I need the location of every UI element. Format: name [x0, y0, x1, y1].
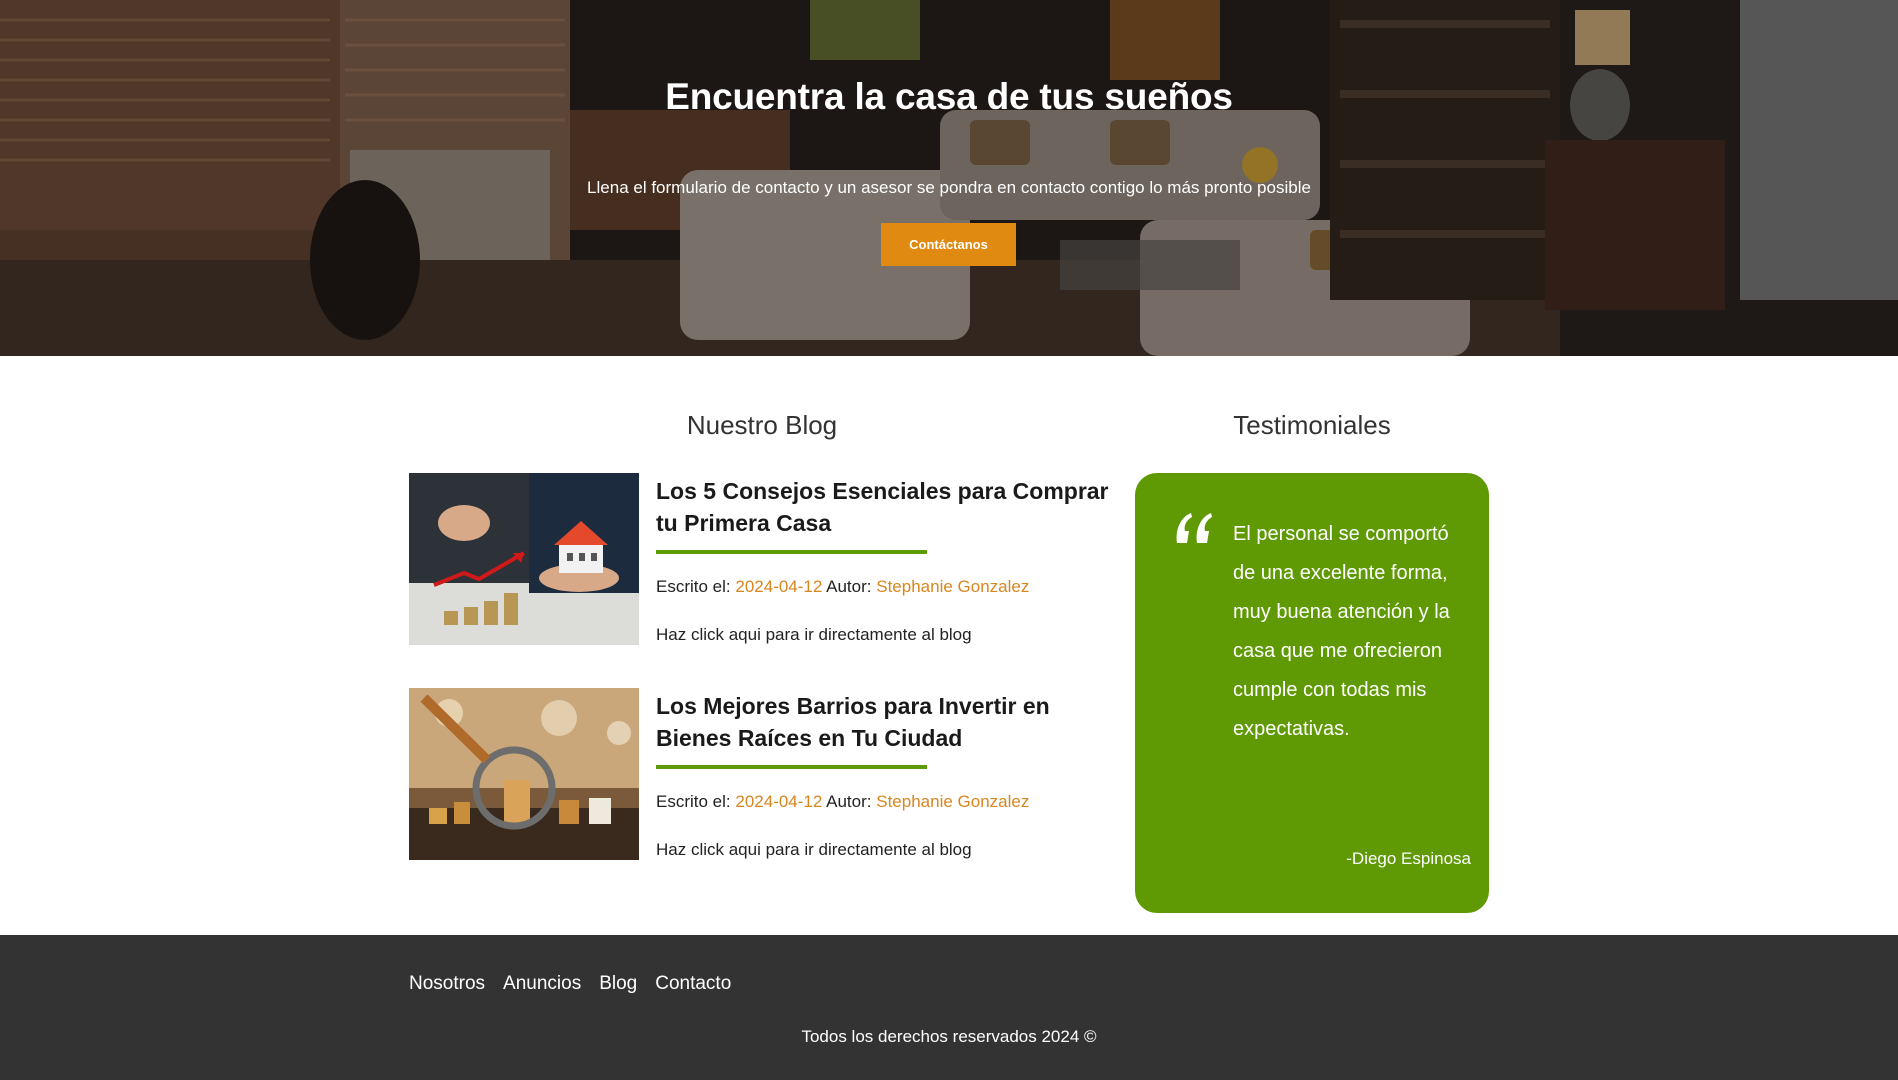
- author-label: Autor:: [826, 792, 872, 811]
- title-underline: [656, 550, 927, 554]
- post-date: 2024-04-12: [735, 577, 823, 596]
- post-body: Los 5 Consejos Esenciales para Comprar t…: [656, 473, 1116, 645]
- post-thumbnail-house-coins[interactable]: [409, 473, 639, 645]
- post-thumbnail-magnifier-houses[interactable]: [409, 688, 639, 860]
- blog-post[interactable]: Los 5 Consejos Esenciales para Comprar t…: [409, 473, 1115, 648]
- footer-link-contacto[interactable]: Contacto: [655, 973, 731, 995]
- testimonials-section-title: Testimoniales: [1233, 410, 1391, 440]
- hero-subtitle: Llena el formulario de contacto y un ase…: [587, 178, 1311, 197]
- testimonial-card: El personal se comportó de una excelente…: [1135, 473, 1489, 913]
- post-title[interactable]: Los Mejores Barrios para Invertir en Bie…: [656, 690, 1116, 754]
- post-read-link[interactable]: Haz click aqui para ir directamente al b…: [656, 625, 1116, 645]
- title-underline: [656, 765, 927, 769]
- footer-link-anuncios[interactable]: Anuncios: [503, 973, 581, 995]
- written-label: Escrito el:: [656, 792, 731, 811]
- post-meta: Escrito el: 2024-04-12 Autor: Stephanie …: [656, 792, 1116, 812]
- post-meta: Escrito el: 2024-04-12 Autor: Stephanie …: [656, 577, 1116, 597]
- author-label: Autor:: [826, 577, 872, 596]
- contact-button[interactable]: Contáctanos: [881, 223, 1016, 266]
- blog-post[interactable]: Los Mejores Barrios para Invertir en Bie…: [409, 688, 1115, 863]
- site-footer: Nosotros Anuncios Blog Contacto Todos lo…: [0, 935, 1898, 1080]
- post-read-link[interactable]: Haz click aqui para ir directamente al b…: [656, 840, 1116, 860]
- quote-icon: [1176, 513, 1212, 543]
- post-author: Stephanie Gonzalez: [876, 577, 1030, 596]
- post-author: Stephanie Gonzalez: [876, 792, 1030, 811]
- hero-content: Encuentra la casa de tus sueños Llena el…: [0, 0, 1898, 356]
- post-body: Los Mejores Barrios para Invertir en Bie…: [656, 688, 1116, 860]
- hero-banner: Encuentra la casa de tus sueños Llena el…: [0, 0, 1898, 356]
- copyright-text: Todos los derechos reservados 2024 ©: [801, 1027, 1097, 1046]
- post-title[interactable]: Los 5 Consejos Esenciales para Comprar t…: [656, 475, 1116, 539]
- footer-nav: Nosotros Anuncios Blog Contacto: [409, 973, 731, 995]
- written-label: Escrito el:: [656, 577, 731, 596]
- blog-section-title: Nuestro Blog: [686, 410, 838, 440]
- testimonial-quote: El personal se comportó de una excelente…: [1233, 523, 1450, 740]
- hero-title: Encuentra la casa de tus sueños: [665, 76, 1233, 117]
- testimonial-author: -Diego Espinosa: [1346, 849, 1471, 868]
- footer-link-blog[interactable]: Blog: [599, 973, 637, 995]
- post-date: 2024-04-12: [735, 792, 823, 811]
- footer-link-nosotros[interactable]: Nosotros: [409, 973, 485, 995]
